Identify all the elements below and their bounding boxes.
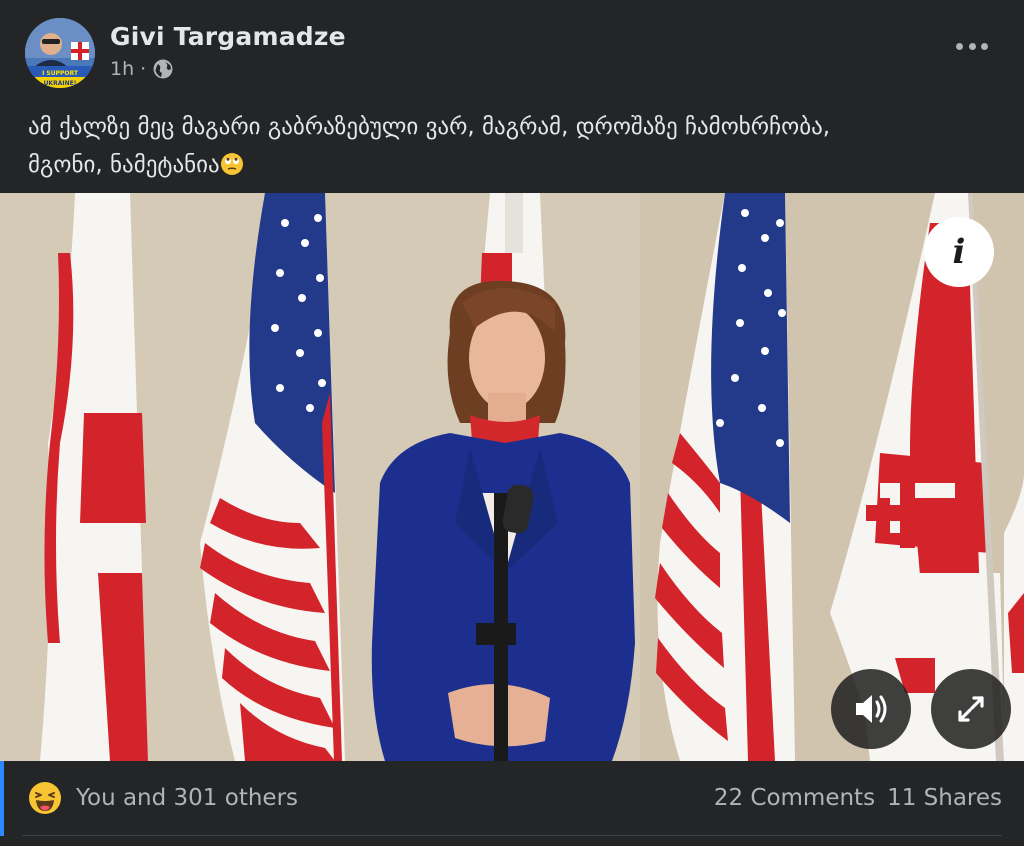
accent-bar [0, 761, 4, 836]
comments-count[interactable]: 22 Comments [714, 785, 875, 811]
avatar-image: I SUPPORT UKRAINE! [25, 18, 95, 88]
info-icon: i [952, 232, 966, 272]
reactions-summary[interactable]: You and 301 others [76, 785, 298, 811]
author-name[interactable]: Givi Targamadze [110, 22, 346, 51]
post-header: I SUPPORT UKRAINE! Givi Targamadze 1h · [0, 0, 1024, 96]
facebook-post: I SUPPORT UKRAINE! Givi Targamadze 1h · … [0, 0, 1024, 846]
more-options-icon[interactable] [956, 38, 988, 54]
avatar-badge-line2: UKRAINE! [44, 80, 77, 87]
sound-button[interactable] [831, 669, 911, 749]
expand-button[interactable] [931, 669, 1011, 749]
post-meta: 1h · [110, 58, 174, 80]
info-button[interactable]: i [924, 217, 994, 287]
shares-count[interactable]: 11 Shares [887, 785, 1002, 811]
meta-separator: · [140, 58, 147, 80]
expand-icon [958, 696, 984, 722]
speaker-icon [856, 695, 887, 723]
post-text-line2: მგონი, ნამეტანია [28, 152, 220, 178]
post-footer: You and 301 others 22 Comments 11 Shares [0, 761, 1024, 846]
engagement-counts: 22 Comments 11 Shares [714, 785, 1002, 811]
post-text-line2-wrap: მგონი, ნამეტანია [28, 146, 988, 184]
haha-reaction-icon[interactable] [28, 781, 62, 815]
footer-divider [22, 835, 1002, 836]
avatar-badge-line1: I SUPPORT [42, 70, 79, 77]
post-text: ამ ქალზე მეც მაგარი გაბრაზებული ვარ, მაგ… [28, 108, 988, 184]
avatar[interactable]: I SUPPORT UKRAINE! [25, 18, 95, 88]
face-with-rolling-eyes-emoji [220, 150, 244, 175]
post-video[interactable]: i [0, 193, 1024, 761]
globe-icon[interactable] [152, 58, 174, 80]
post-text-line1: ამ ქალზე მეც მაგარი გაბრაზებული ვარ, მაგ… [28, 114, 831, 140]
post-time[interactable]: 1h [110, 58, 134, 80]
